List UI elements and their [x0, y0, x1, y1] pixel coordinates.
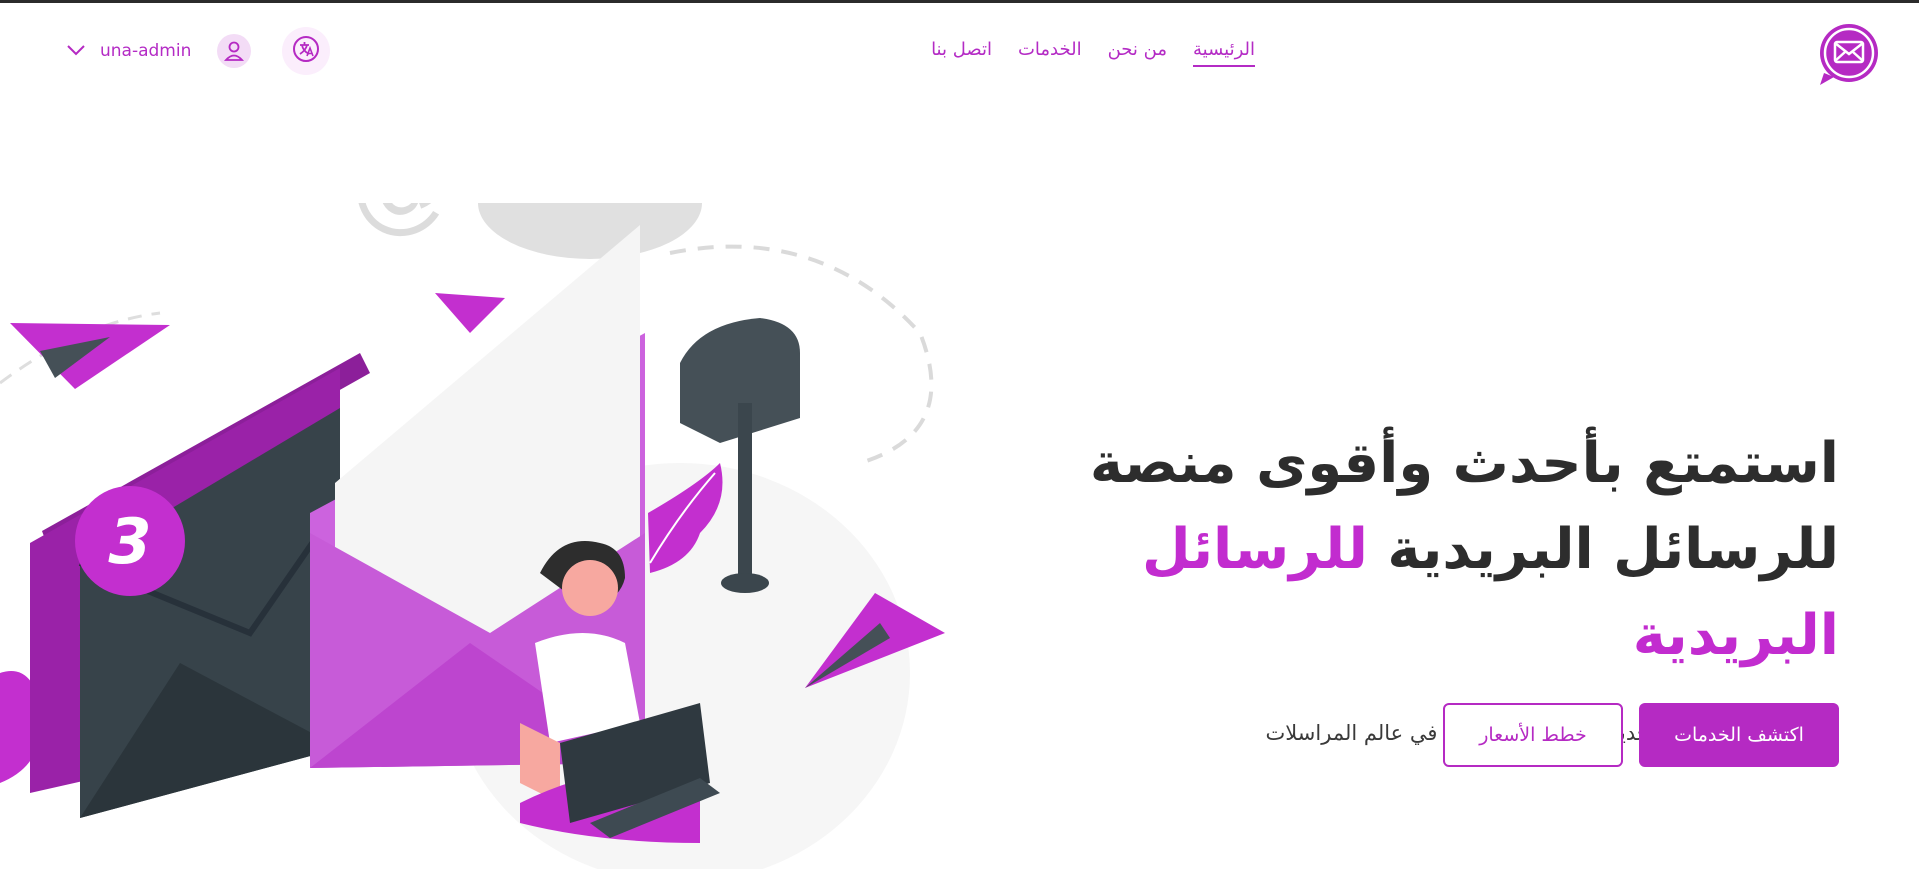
- hero-title: استمتع بأحدث وأقوى منصة للرسائل البريدية…: [939, 421, 1839, 679]
- hero-illustration: 3 @: [0, 203, 945, 869]
- hero-actions: اكتشف الخدمات خطط الأسعار: [1443, 703, 1839, 767]
- main-nav: الرئيسية من نحن الخدمات اتصل بنا: [895, 39, 1255, 67]
- notification-badge-count: 3: [108, 505, 151, 578]
- nav-contact[interactable]: اتصل بنا: [931, 39, 992, 67]
- user-name[interactable]: una-admin: [100, 41, 191, 61]
- hero-text: استمتع بأحدث وأقوى منصة للرسائل البريدية…: [939, 421, 1839, 745]
- user-menu[interactable]: una-admin: [66, 33, 252, 69]
- nav-services[interactable]: الخدمات: [1018, 39, 1082, 67]
- at-symbol: @: [331, 203, 465, 257]
- site-header: الرئيسية من نحن الخدمات اتصل بنا una-adm…: [0, 3, 1919, 103]
- mail-chat-icon[interactable]: [1816, 21, 1880, 87]
- translate-icon: [291, 34, 321, 68]
- pricing-plans-button[interactable]: خطط الأسعار: [1443, 703, 1623, 767]
- hero-title-line1: استمتع بأحدث وأقوى منصة: [1089, 431, 1839, 496]
- translate-button[interactable]: [282, 27, 330, 75]
- user-icon[interactable]: [217, 34, 252, 68]
- chevron-down-icon[interactable]: [66, 42, 86, 61]
- hero-title-line2: للرسائل البريدية: [1387, 517, 1839, 582]
- explore-services-button[interactable]: اكتشف الخدمات: [1639, 703, 1839, 767]
- nav-about[interactable]: من نحن: [1108, 39, 1167, 67]
- paper-plane-left: [10, 323, 170, 389]
- nav-home[interactable]: الرئيسية: [1193, 39, 1255, 67]
